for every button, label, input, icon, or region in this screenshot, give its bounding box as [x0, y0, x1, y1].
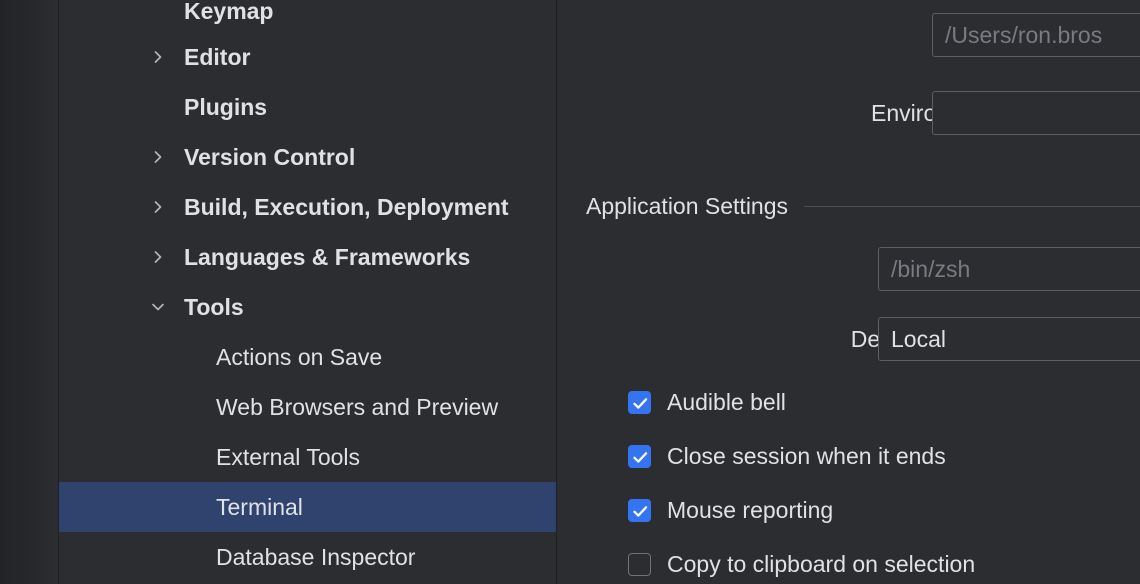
chevron-right-icon[interactable]: [148, 247, 168, 267]
sidebar-item-version-control[interactable]: Version Control: [59, 132, 556, 182]
checkbox-unchecked-icon[interactable]: [628, 552, 651, 576]
sidebar-item-label: Web Browsers and Preview: [216, 394, 499, 420]
sidebar-item-label: Version Control: [184, 144, 356, 170]
field-row: Environment variables:: [557, 91, 1140, 135]
chevron-down-icon[interactable]: [148, 297, 168, 317]
checkbox-checked-icon[interactable]: [628, 498, 651, 522]
chevron-right-icon[interactable]: [148, 147, 168, 167]
input-environment-variables[interactable]: [932, 91, 1140, 135]
input-default-tab-name[interactable]: Local: [878, 317, 1140, 361]
sidebar-item-keymap[interactable]: Keymap: [59, 0, 556, 36]
checkbox-row[interactable]: Audible bell: [628, 385, 786, 419]
section-title: Application Settings: [586, 193, 789, 219]
checkbox-label: Copy to clipboard on selection: [667, 551, 976, 577]
chevron-right-icon[interactable]: [148, 47, 168, 67]
sidebar-item-label: Editor: [184, 44, 251, 70]
chevron-right-icon[interactable]: [148, 197, 168, 217]
checkbox-label: Close session when it ends: [667, 443, 946, 469]
sidebar-item-terminal[interactable]: Terminal: [59, 482, 556, 532]
checkbox-label: Mouse reporting: [667, 497, 834, 523]
checkbox-label: Audible bell: [667, 389, 786, 415]
checkbox-checked-icon[interactable]: [628, 390, 651, 414]
section-rule: [804, 205, 1140, 207]
sidebar-item-label: Keymap: [184, 0, 274, 24]
sidebar-item-plugins[interactable]: Plugins: [59, 82, 556, 132]
sidebar-item-label: Plugins: [184, 94, 268, 120]
field-row: Shell path:/bin/zsh: [557, 247, 1140, 291]
settings-category-tree[interactable]: Keymap Editor Plugins Version Control Build,…: [59, 0, 556, 584]
sidebar-item-build-execution-deployment[interactable]: Build, Execution, Deployment: [59, 182, 556, 232]
field-row: Start directory:/Users/ron.bros: [557, 13, 1140, 57]
input-start-directory[interactable]: /Users/ron.bros: [932, 13, 1140, 57]
sidebar-item-label: Build, Execution, Deployment: [184, 194, 509, 220]
checkbox-row[interactable]: Mouse reporting: [628, 493, 833, 527]
sidebar-item-tools[interactable]: Tools: [59, 282, 556, 332]
input-shell-path[interactable]: /bin/zsh: [878, 247, 1140, 291]
sidebar-item-label: Languages & Frameworks: [184, 244, 471, 270]
sidebar-item-web-browsers-and-preview[interactable]: Web Browsers and Preview: [59, 382, 556, 432]
terminal-settings-panel: Application Settings Start directory:/Us…: [557, 0, 1140, 584]
sidebar-item-actions-on-save[interactable]: Actions on Save: [59, 332, 556, 382]
sidebar-item-database-inspector[interactable]: Database Inspector: [59, 532, 556, 582]
section-application-settings: Application Settings: [586, 191, 1140, 221]
checkbox-row[interactable]: Copy to clipboard on selection: [628, 547, 975, 581]
sidebar-item-languages-frameworks[interactable]: Languages & Frameworks: [59, 232, 556, 282]
sidebar-item-label: Database Inspector: [216, 544, 416, 570]
window-left-gutter: [0, 0, 58, 584]
sidebar-item-label: External Tools: [216, 444, 361, 470]
checkbox-row[interactable]: Close session when it ends: [628, 439, 946, 473]
sidebar-item-label: Terminal: [216, 494, 303, 520]
sidebar-item-external-tools[interactable]: External Tools: [59, 432, 556, 482]
sidebar-item-label: Tools: [184, 294, 244, 320]
sidebar-item-label: Actions on Save: [216, 344, 383, 370]
sidebar-item-editor[interactable]: Editor: [59, 32, 556, 82]
field-row: Default Tab name:Local: [557, 317, 1140, 361]
checkbox-checked-icon[interactable]: [628, 444, 651, 468]
